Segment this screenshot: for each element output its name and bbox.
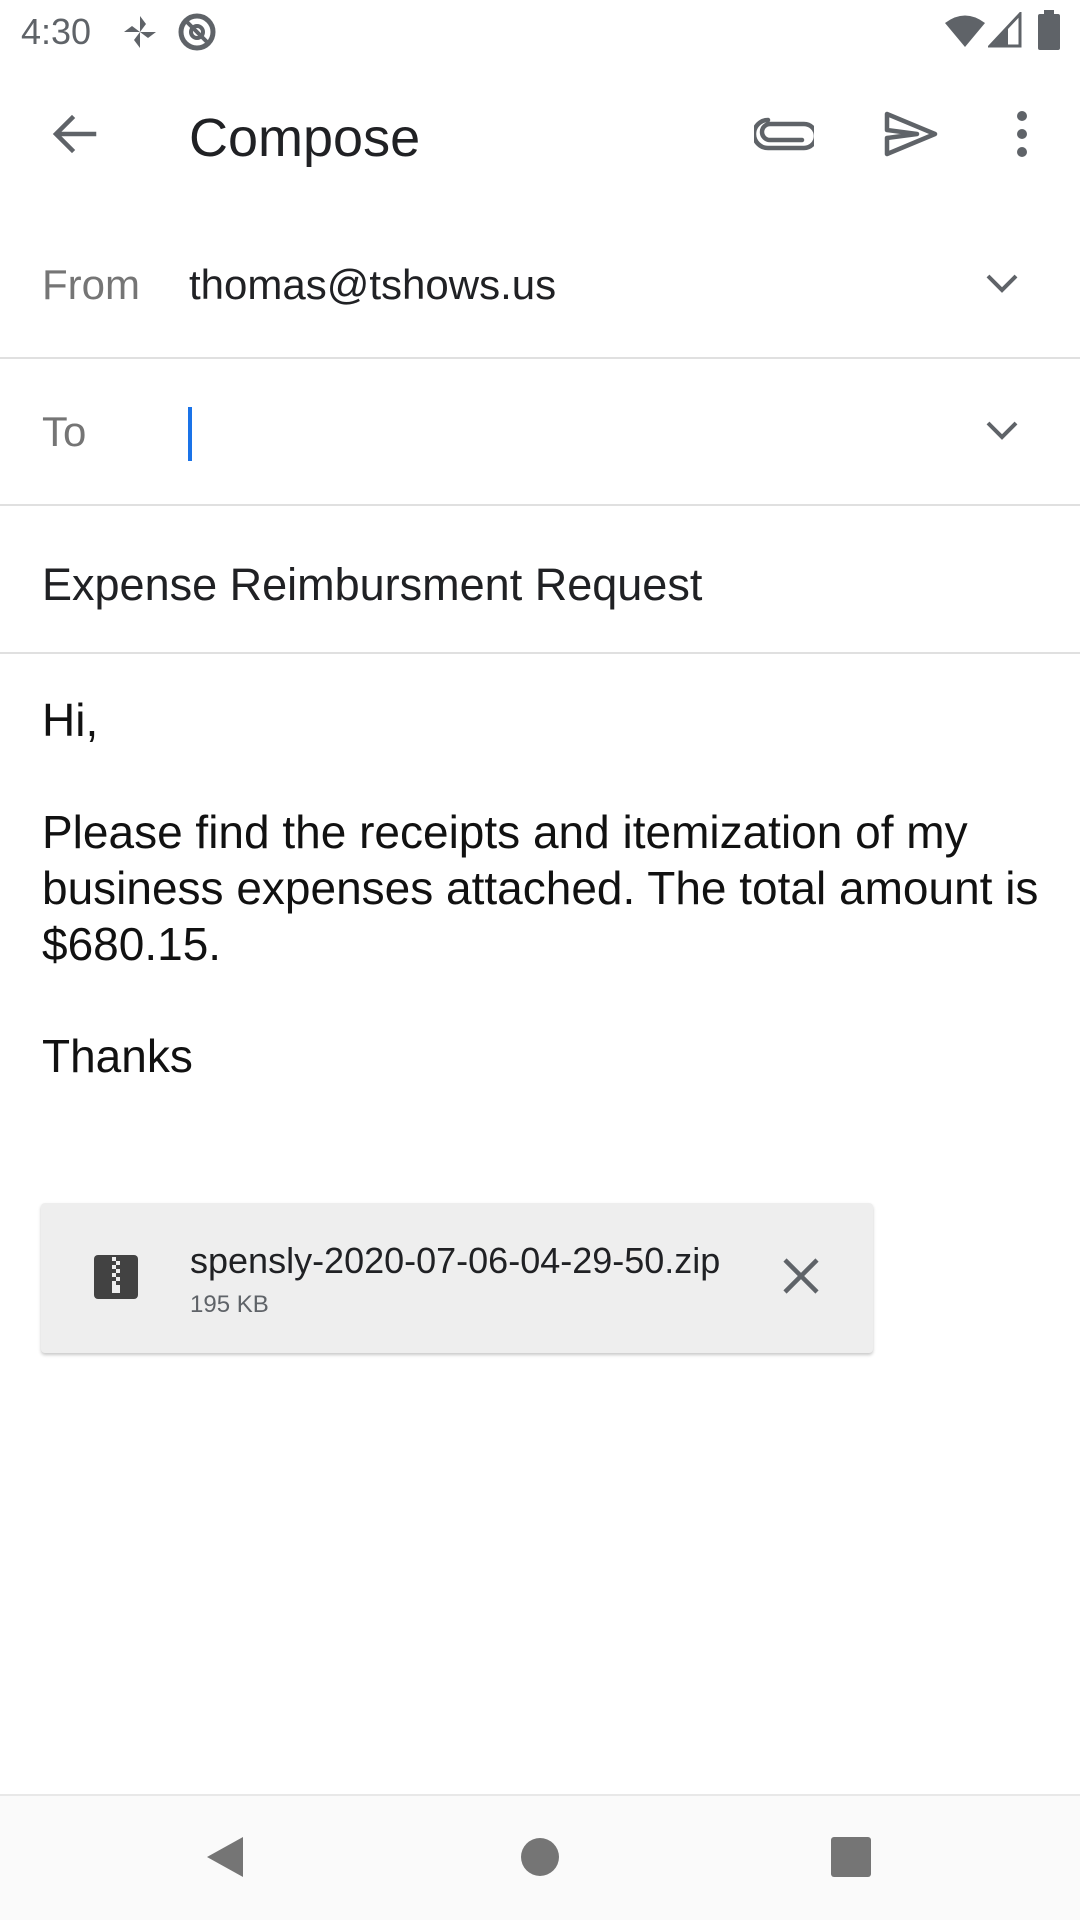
more-options-button[interactable]: [974, 88, 1070, 184]
nav-back-icon: [203, 1833, 247, 1886]
to-field: To: [0, 359, 1080, 506]
at-sign-icon: [177, 12, 217, 57]
chevron-down-icon: [985, 419, 1019, 446]
body-closing: Thanks: [42, 1030, 193, 1082]
attachment-file-size: 195 KB: [190, 1291, 269, 1318]
pinwheel-icon: [122, 14, 158, 55]
more-vert-icon: [1014, 110, 1030, 163]
system-nav-bar: [0, 1794, 1080, 1920]
attachment-chip[interactable]: spensly-2020-07-06-04-29-50.zip 195 KB: [41, 1203, 873, 1353]
attach-icon: [751, 114, 819, 159]
from-expand-button[interactable]: [972, 255, 1032, 315]
back-arrow-icon: [50, 110, 98, 163]
top-app-bar: Compose: [0, 63, 1080, 210]
chevron-down-icon: [985, 272, 1019, 299]
body-greeting: Hi,: [42, 694, 99, 746]
nav-back-button[interactable]: [180, 1814, 270, 1904]
message-body[interactable]: Hi, Please find the receipts and itemiza…: [42, 692, 1042, 1084]
remove-attachment-button[interactable]: [771, 1248, 831, 1308]
back-button[interactable]: [26, 88, 122, 184]
subject-field[interactable]: Expense Reimbursment Request: [0, 506, 1080, 654]
nav-home-icon: [519, 1836, 561, 1883]
send-button[interactable]: [863, 88, 959, 184]
from-value[interactable]: thomas@tshows.us: [189, 260, 556, 310]
zip-file-icon: [92, 1253, 140, 1301]
close-icon: [781, 1256, 821, 1301]
nav-home-button[interactable]: [495, 1814, 585, 1904]
status-bar: 4:30: [0, 0, 1080, 63]
nav-recents-icon: [831, 1836, 871, 1882]
from-label: From: [42, 261, 140, 308]
attach-button[interactable]: [736, 88, 832, 184]
cell-signal-icon: [986, 10, 1022, 53]
body-paragraph: Please find the receipts and itemization…: [42, 806, 1039, 970]
send-icon: [883, 110, 939, 163]
wifi-icon: [944, 14, 986, 53]
from-field: From thomas@tshows.us: [0, 212, 1080, 359]
page-title: Compose: [189, 108, 421, 168]
nav-recents-button[interactable]: [806, 1814, 896, 1904]
battery-icon: [1038, 10, 1060, 55]
subject-text[interactable]: Expense Reimbursment Request: [42, 558, 702, 612]
to-input[interactable]: [189, 394, 949, 470]
to-expand-button[interactable]: [972, 402, 1032, 462]
attachment-file-name: spensly-2020-07-06-04-29-50.zip: [190, 1240, 721, 1281]
status-time: 4:30: [21, 11, 92, 52]
to-label: To: [42, 408, 87, 455]
